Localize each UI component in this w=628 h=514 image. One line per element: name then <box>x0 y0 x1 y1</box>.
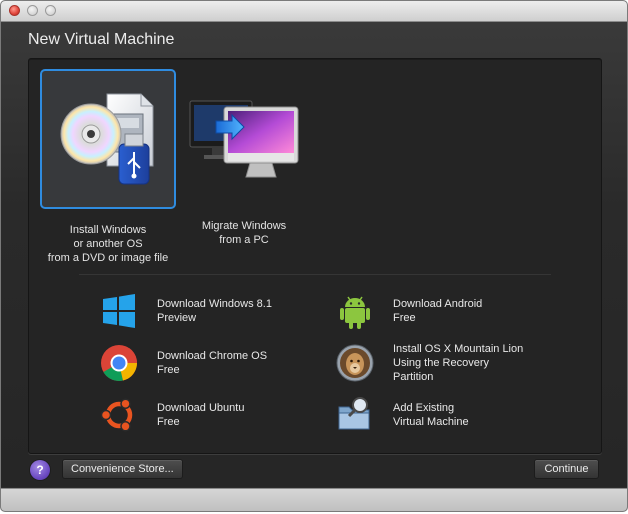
android-logo-icon <box>340 296 370 329</box>
install-option-frame <box>40 69 176 209</box>
mountain-lion-option-title: Install OS X Mountain Lion <box>393 343 524 355</box>
new-vm-window: New Virtual Machine Install Windows or a… <box>0 0 628 512</box>
windows-option-title: Download Windows 8.1 <box>157 298 272 310</box>
window-bottom-bar <box>1 488 627 511</box>
section-divider <box>79 274 551 275</box>
install-mountain-lion-option[interactable]: Install OS X Mountain Lion Using the Rec… <box>335 343 523 383</box>
close-window-button[interactable] <box>9 5 20 16</box>
install-option-label: Install Windows or another OS from a DVD… <box>47 224 169 264</box>
migrate-option-label: Migrate Windows from a PC <box>201 220 287 246</box>
migrate-from-pc-option[interactable]: Migrate Windows from a PC <box>169 69 319 247</box>
add-existing-vm-option[interactable]: Add Existing Virtual Machine <box>335 395 469 435</box>
download-windows-option[interactable]: Download Windows 8.1 Preview <box>99 291 272 331</box>
title-bar <box>1 1 627 22</box>
add-existing-option-title: Add Existing <box>393 402 455 414</box>
add-existing-vm-icon <box>338 397 370 430</box>
install-from-dvd-option[interactable]: Install Windows or another OS from a DVD… <box>33 69 183 265</box>
wizard-content: New Virtual Machine Install Windows or a… <box>1 22 627 487</box>
windows-logo-icon <box>103 294 135 328</box>
migrate-pc-to-mac-icon <box>189 100 299 178</box>
add-existing-option-subtitle: Virtual Machine <box>393 416 469 428</box>
windows-option-subtitle: Preview <box>157 312 197 324</box>
android-option-subtitle: Free <box>393 312 416 324</box>
download-android-option[interactable]: Download Android Free <box>335 291 482 331</box>
mountain-lion-option-subtitle: Using the Recovery Partition <box>393 357 489 383</box>
chrome-os-option-subtitle: Free <box>157 364 180 376</box>
options-panel: Install Windows or another OS from a DVD… <box>28 58 602 454</box>
dvd-usb-install-icon <box>60 93 154 185</box>
zoom-window-button[interactable] <box>45 5 56 16</box>
ubuntu-option-subtitle: Free <box>157 416 180 428</box>
mountain-lion-icon <box>336 344 374 382</box>
download-ubuntu-option[interactable]: Download Ubuntu Free <box>99 395 244 435</box>
ubuntu-logo-icon <box>100 398 133 432</box>
migrate-option-frame <box>178 69 310 205</box>
download-chrome-os-option[interactable]: Download Chrome OS Free <box>99 343 267 383</box>
android-option-title: Download Android <box>393 298 483 310</box>
chrome-logo-icon <box>101 345 138 381</box>
ubuntu-option-title: Download Ubuntu <box>157 402 245 414</box>
minimize-window-button[interactable] <box>27 5 38 16</box>
continue-button[interactable]: Continue <box>534 459 599 479</box>
chrome-os-option-title: Download Chrome OS <box>157 350 268 362</box>
page-title: New Virtual Machine <box>28 31 175 48</box>
help-button[interactable]: ? <box>30 460 50 480</box>
convenience-store-button[interactable]: Convenience Store... <box>62 459 183 479</box>
